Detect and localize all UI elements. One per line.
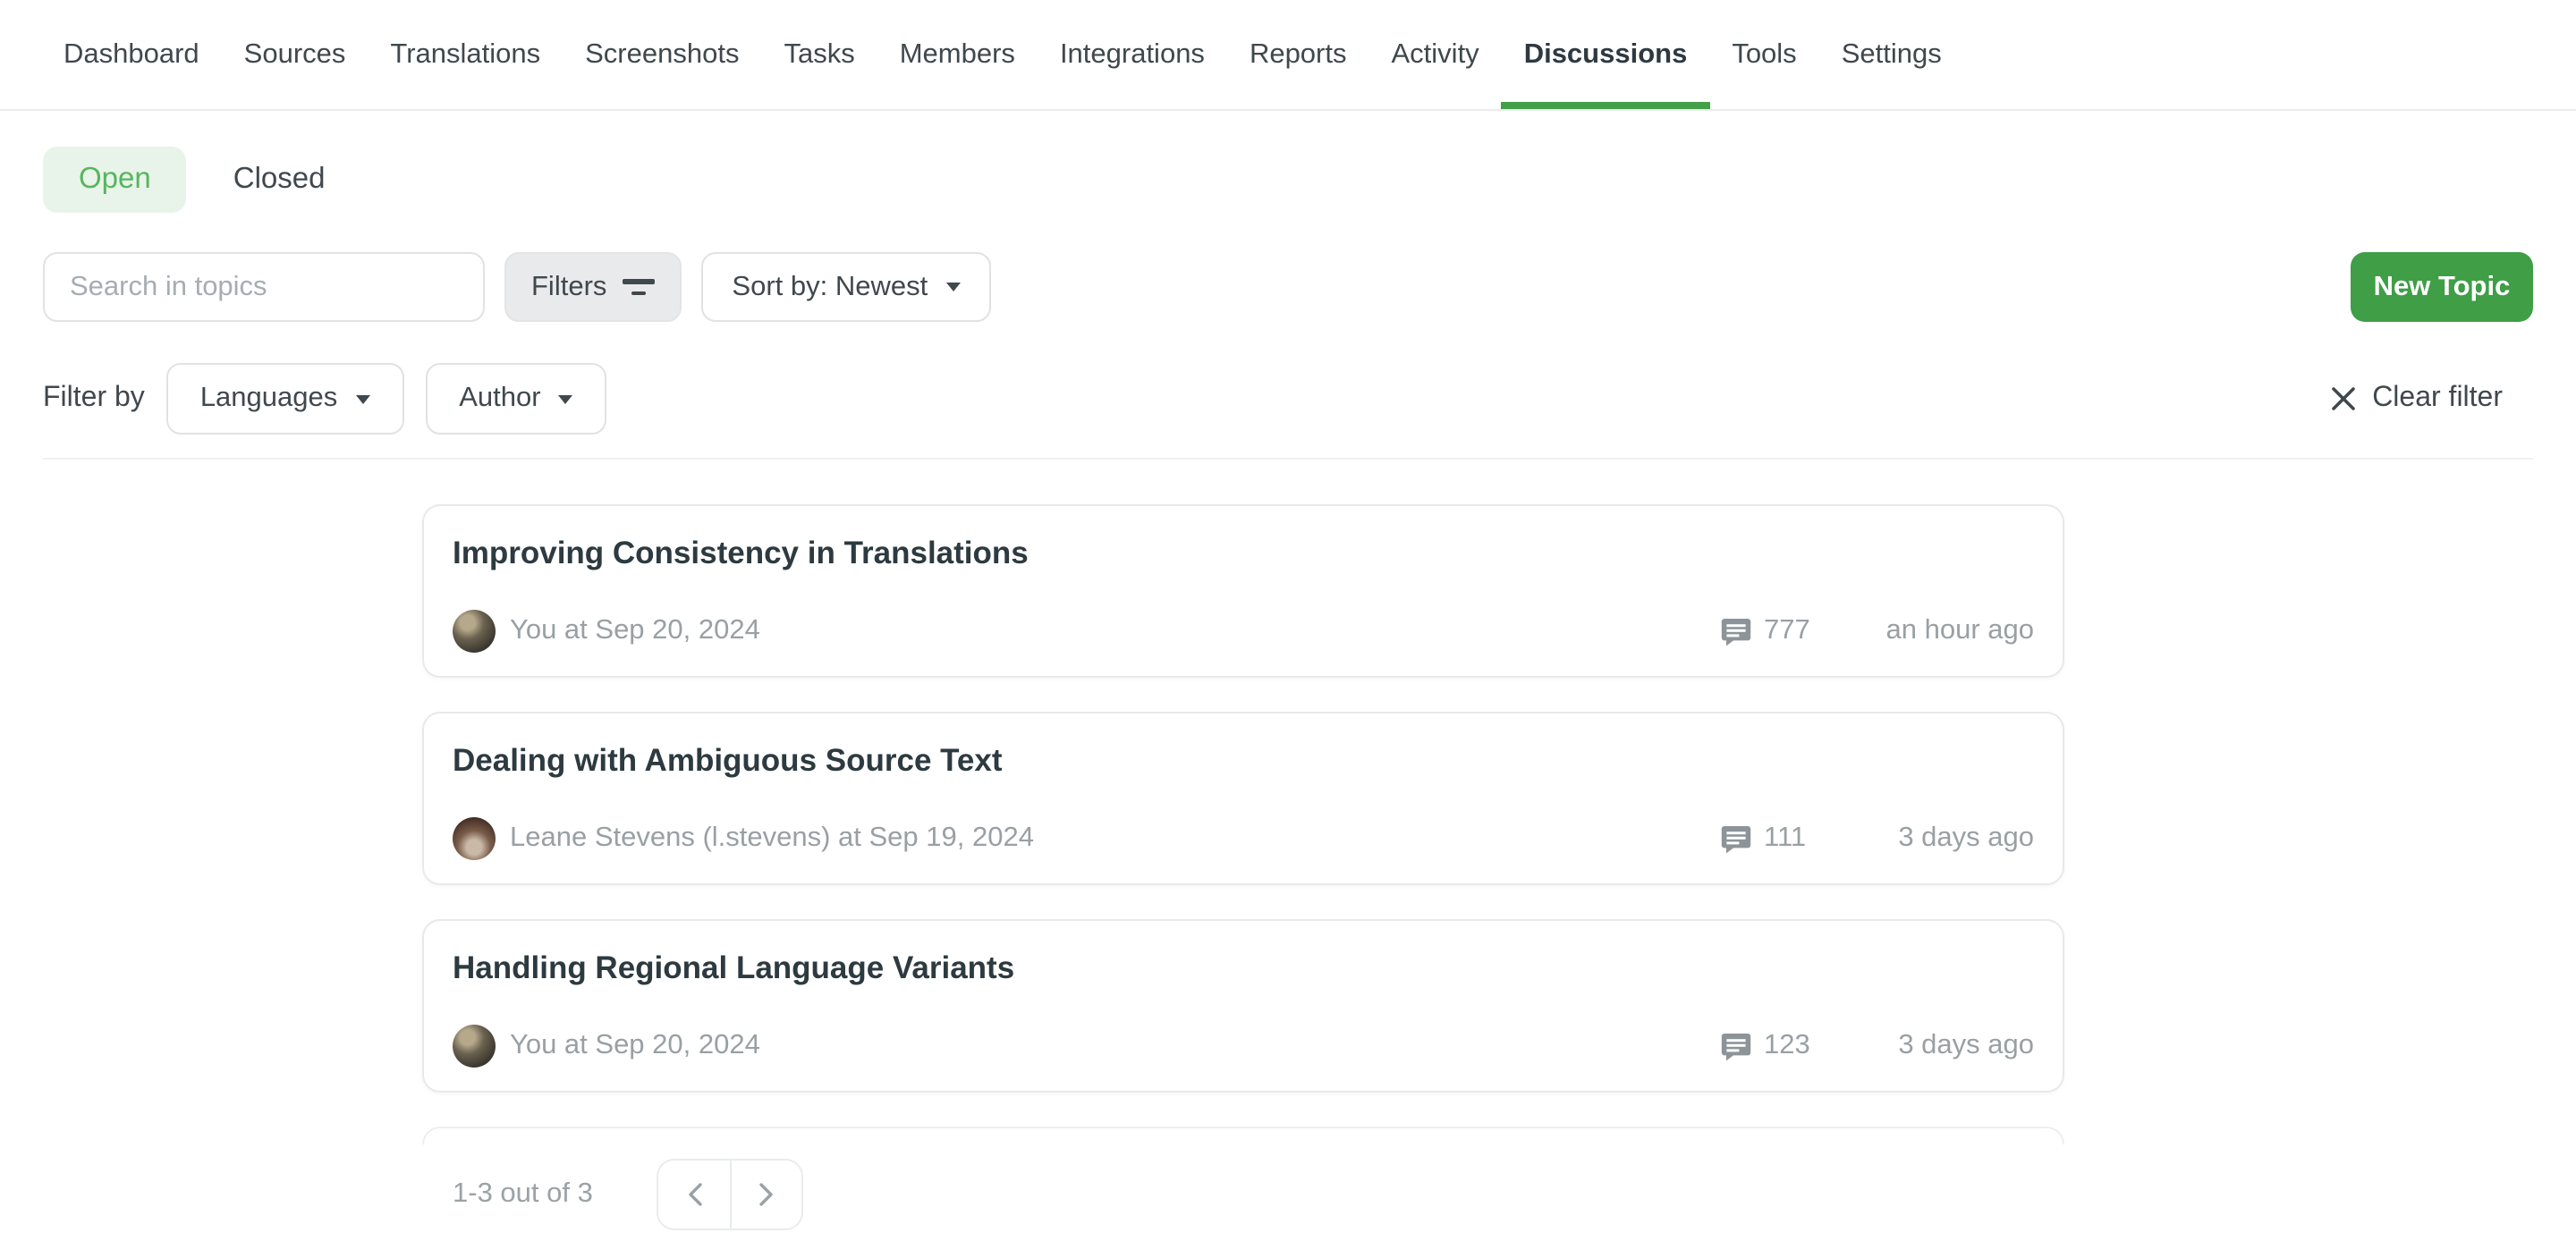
chevron-down-icon	[559, 394, 573, 403]
author-name: Leane Stevens (l.stevens) at Sep 19, 202…	[510, 823, 1034, 855]
chevron-down-icon	[945, 283, 960, 291]
top-nav: Dashboard Sources Translations Screensho…	[0, 0, 2576, 111]
comment-bubble-icon	[1721, 823, 1751, 854]
filter-lines-icon	[623, 279, 655, 295]
discussion-time: an hour ago	[1828, 615, 2034, 647]
comment-count-group: 777	[1721, 615, 1828, 647]
pagination: 1-3 out of 3	[422, 1159, 2064, 1230]
discussion-meta: Leane Stevens (l.stevens) at Sep 19, 202…	[453, 817, 2034, 860]
nav-item-integrations[interactable]: Integrations	[1038, 0, 1227, 109]
next-page-button[interactable]	[731, 1161, 802, 1228]
avatar	[453, 817, 496, 860]
comment-count: 111	[1764, 823, 1806, 855]
nav-item-settings[interactable]: Settings	[1819, 0, 1964, 109]
nav-item-activity[interactable]: Activity	[1369, 0, 1502, 109]
comment-count-group: 123	[1721, 1030, 1828, 1062]
close-icon	[2331, 386, 2356, 411]
filters-button-label: Filters	[531, 271, 606, 303]
author-dropdown-label: Author	[459, 383, 540, 415]
avatar	[453, 610, 496, 653]
discussion-list: Improving Consistency in Translations Yo…	[422, 504, 2064, 1093]
toolbar: Filters Sort by: Newest New Topic	[43, 252, 2533, 322]
avatar	[453, 1025, 496, 1068]
section-divider	[43, 458, 2533, 460]
nav-item-discussions[interactable]: Discussions	[1502, 0, 1710, 109]
discussion-card[interactable]: Dealing with Ambiguous Source Text Leane…	[422, 712, 2064, 885]
tab-closed[interactable]: Closed	[198, 147, 361, 213]
author-dropdown[interactable]: Author	[425, 363, 606, 435]
chevron-right-icon	[759, 1182, 775, 1207]
discussion-title[interactable]: Dealing with Ambiguous Source Text	[453, 742, 2034, 780]
languages-dropdown-label: Languages	[200, 383, 337, 415]
discussion-card[interactable]: Handling Regional Language Variants You …	[422, 919, 2064, 1093]
clear-filter-button[interactable]: Clear filter	[2331, 383, 2503, 415]
discussion-meta: You at Sep 20, 2024 777 an hour ago	[453, 610, 2034, 653]
nav-item-members[interactable]: Members	[877, 0, 1038, 109]
discussion-meta: You at Sep 20, 2024 123 3 days ago	[453, 1025, 2034, 1068]
comment-count: 123	[1764, 1030, 1810, 1062]
comment-count-group: 111	[1721, 823, 1828, 855]
status-tabs: Open Closed	[43, 147, 2533, 213]
discussion-title[interactable]: Improving Consistency in Translations	[453, 535, 2034, 572]
nav-item-reports[interactable]: Reports	[1227, 0, 1369, 109]
discussion-author: You at Sep 20, 2024	[453, 1025, 1721, 1068]
nav-item-dashboard[interactable]: Dashboard	[41, 0, 222, 109]
discussion-author: You at Sep 20, 2024	[453, 610, 1721, 653]
nav-item-screenshots[interactable]: Screenshots	[563, 0, 761, 109]
chevron-left-icon	[687, 1182, 703, 1207]
new-topic-button[interactable]: New Topic	[2351, 252, 2533, 322]
filter-bar: Filter by Languages Author Clear filter	[43, 363, 2533, 435]
pager-group	[657, 1159, 804, 1230]
comment-bubble-icon	[1721, 1031, 1751, 1061]
discussion-card[interactable]: Improving Consistency in Translations Yo…	[422, 504, 2064, 678]
discussion-title[interactable]: Handling Regional Language Variants	[453, 950, 2034, 987]
search-input[interactable]	[43, 252, 485, 322]
tab-open[interactable]: Open	[43, 147, 187, 213]
pagination-summary: 1-3 out of 3	[453, 1178, 593, 1211]
discussion-time: 3 days ago	[1828, 1030, 2034, 1062]
chevron-down-icon	[355, 394, 369, 403]
discussion-time: 3 days ago	[1828, 823, 2034, 855]
sort-by-label: Sort by: Newest	[732, 271, 928, 303]
languages-dropdown[interactable]: Languages	[166, 363, 403, 435]
filter-by-label: Filter by	[43, 383, 145, 415]
nav-item-tools[interactable]: Tools	[1709, 0, 1818, 109]
author-name: You at Sep 20, 2024	[510, 615, 760, 647]
clear-filter-label: Clear filter	[2372, 383, 2503, 415]
comment-count: 777	[1764, 615, 1810, 647]
comment-bubble-icon	[1721, 616, 1751, 646]
nav-item-sources[interactable]: Sources	[222, 0, 369, 109]
discussion-author: Leane Stevens (l.stevens) at Sep 19, 202…	[453, 817, 1721, 860]
author-name: You at Sep 20, 2024	[510, 1030, 760, 1062]
nav-item-translations[interactable]: Translations	[368, 0, 563, 109]
prev-page-button[interactable]	[659, 1161, 731, 1228]
nav-item-tasks[interactable]: Tasks	[761, 0, 877, 109]
sort-by-button[interactable]: Sort by: Newest	[701, 252, 990, 322]
list-end-divider	[422, 1127, 2064, 1144]
filters-button[interactable]: Filters	[504, 252, 682, 322]
